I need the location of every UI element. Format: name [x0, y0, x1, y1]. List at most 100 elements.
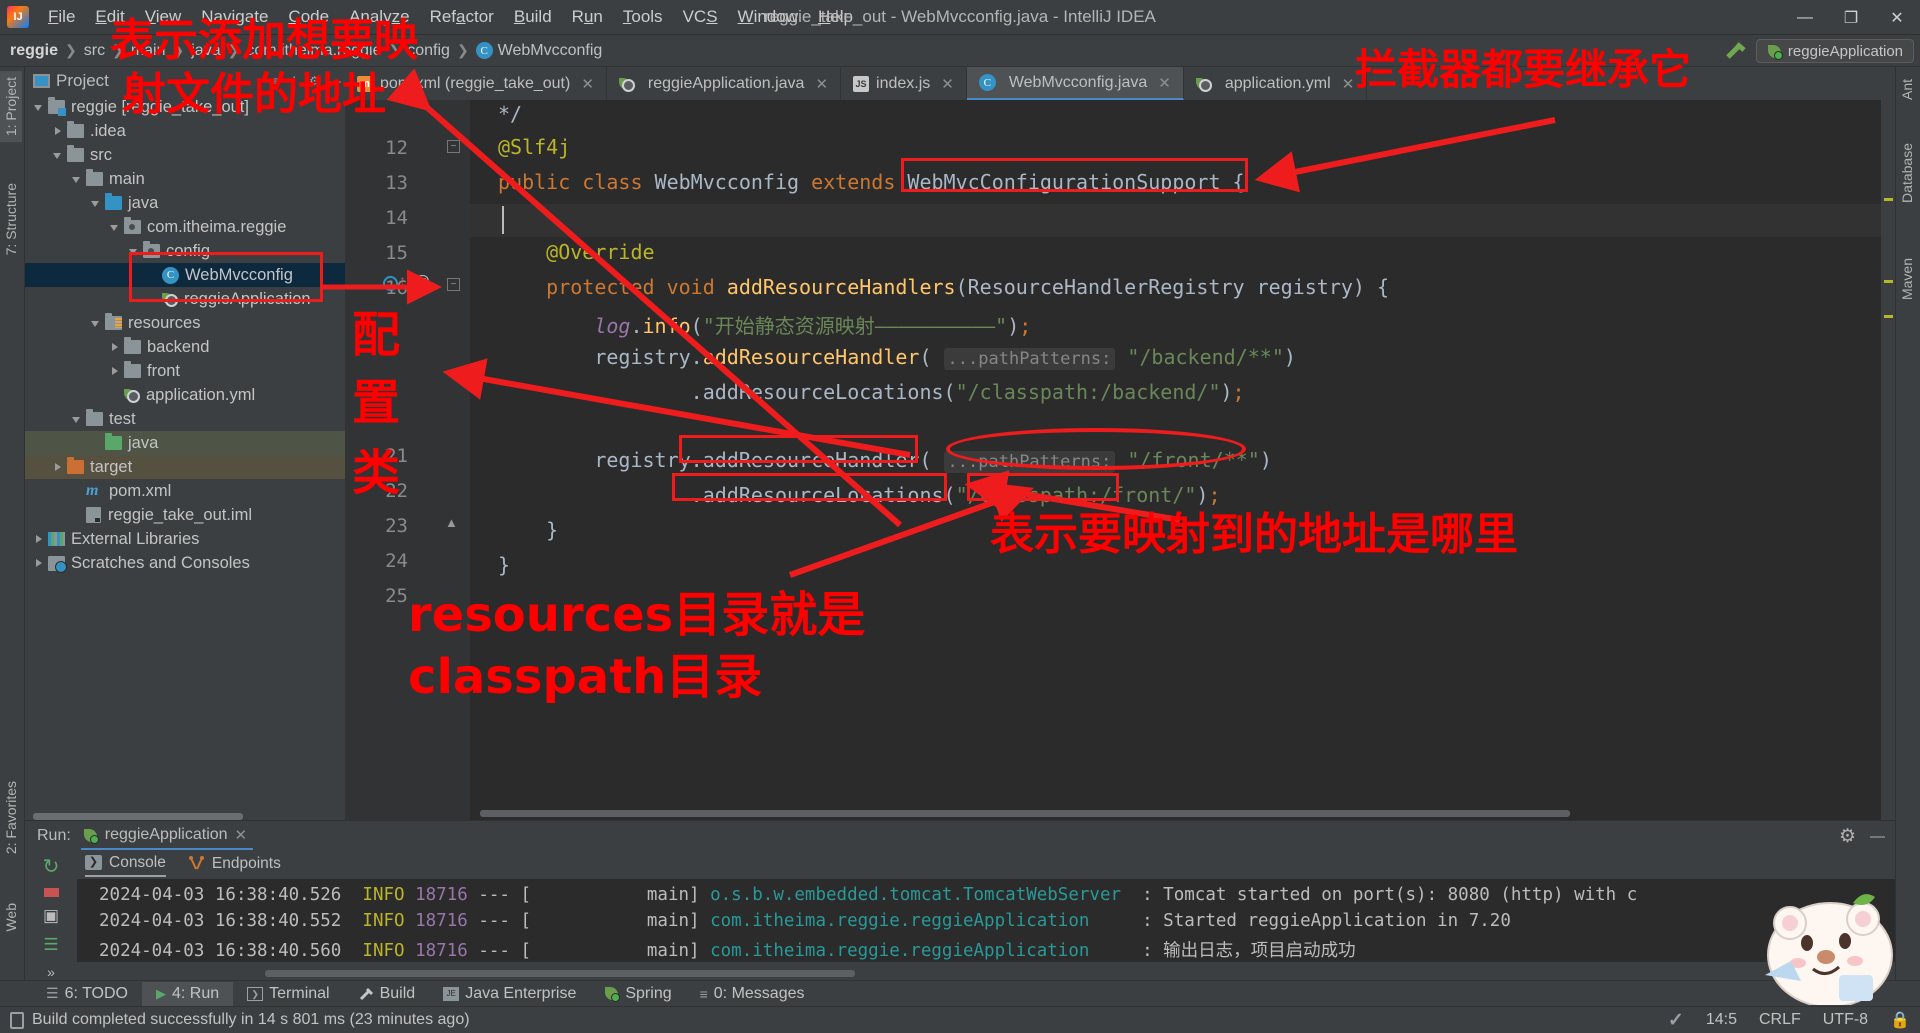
- tool-window-button-spring[interactable]: Spring: [590, 982, 685, 1006]
- warning-stripe-mark[interactable]: [1884, 198, 1893, 201]
- menu-refactor[interactable]: Refactor: [420, 4, 504, 30]
- tree-node-com-itheima-reggie[interactable]: com.itheima.reggie: [25, 215, 345, 239]
- tree-node-front[interactable]: front: [25, 359, 345, 383]
- tree-node-java[interactable]: java: [25, 191, 345, 215]
- chevron-right-icon[interactable]: [109, 341, 121, 353]
- menu-build[interactable]: Build: [504, 4, 562, 30]
- tree-node-scratches-and-consoles[interactable]: Scratches and Consoles: [25, 551, 345, 575]
- code-fold-icon[interactable]: −: [447, 278, 460, 291]
- tool-window-button-0-messages[interactable]: ≡ 0: Messages: [686, 982, 819, 1006]
- tree-node-reggie-take-out-iml[interactable]: reggie_take_out.iml: [25, 503, 345, 527]
- chevron-down-icon[interactable]: [71, 413, 83, 425]
- console-hscrollbar[interactable]: [265, 970, 855, 977]
- run-configuration-selector[interactable]: reggieApplication: [1755, 39, 1914, 63]
- filter-icon[interactable]: ☰: [43, 935, 58, 955]
- chevron-down-icon[interactable]: [52, 149, 64, 161]
- more-icon[interactable]: »: [47, 964, 55, 980]
- tree-node-pom-xml[interactable]: m pom.xml: [25, 479, 345, 503]
- editor-tab-application-yml[interactable]: application.yml ✕: [1184, 67, 1368, 100]
- close-icon[interactable]: ✕: [235, 826, 248, 844]
- tree-node-external-libraries[interactable]: External Libraries: [25, 527, 345, 551]
- file-encoding[interactable]: UTF-8: [1823, 1011, 1868, 1029]
- console-output[interactable]: 3.4.2 2024-04-03 16:38:40.526 INFO 18716…: [77, 879, 1895, 962]
- sidebar-tab-favorites[interactable]: 2: Favorites: [0, 775, 22, 860]
- editor-tab-pom-xml-reggie-take-out-[interactable]: pom.xml (reggie_take_out) ✕: [345, 67, 607, 100]
- vcs-icon[interactable]: ✓: [1668, 1009, 1684, 1032]
- close-icon[interactable]: ✕: [581, 75, 594, 93]
- menu-navigate[interactable]: Navigate: [191, 4, 278, 30]
- editor-tab-index-js[interactable]: index.js ✕: [841, 67, 967, 100]
- menu-run[interactable]: Run: [562, 4, 613, 30]
- sidebar-tab-project[interactable]: 1: Project: [0, 71, 22, 143]
- minimize-button[interactable]: —: [1782, 0, 1828, 35]
- chevron-right-icon[interactable]: [52, 125, 64, 137]
- settings-gear-icon[interactable]: ⚙: [1839, 825, 1856, 848]
- breadcrumb-main[interactable]: main: [131, 42, 166, 60]
- breadcrumb-src[interactable]: src: [84, 42, 105, 60]
- tree-node-application-yml[interactable]: application.yml: [25, 383, 345, 407]
- chevron-right-icon[interactable]: [109, 365, 121, 377]
- chevron-down-icon[interactable]: [128, 245, 140, 257]
- menu-window[interactable]: Window: [728, 4, 808, 30]
- breadcrumb-class[interactable]: C WebMvcconfig: [475, 42, 602, 60]
- breadcrumb-java[interactable]: java: [191, 42, 220, 60]
- tree-node-reggieapplication[interactable]: reggieApplication: [25, 287, 345, 311]
- editor-hscrollbar[interactable]: [480, 810, 1570, 817]
- settings-gear-icon[interactable]: ⚙: [309, 74, 320, 88]
- run-config-tab[interactable]: reggieApplication ✕: [80, 822, 254, 850]
- tool-window-button-4-run[interactable]: ▶ 4: Run: [142, 981, 234, 1006]
- menu-edit[interactable]: Edit: [85, 4, 134, 30]
- chevron-down-icon[interactable]: [109, 221, 121, 233]
- tree-node--idea[interactable]: .idea: [25, 119, 345, 143]
- sidebar-tab-database[interactable]: Database: [1896, 137, 1918, 209]
- menu-view[interactable]: View: [135, 4, 192, 30]
- tree-node-java[interactable]: java: [25, 431, 345, 455]
- warning-stripe-mark[interactable]: [1884, 280, 1893, 283]
- caret-position[interactable]: 14:5: [1706, 1011, 1737, 1029]
- close-icon[interactable]: ✕: [1158, 74, 1171, 92]
- line-separator[interactable]: CRLF: [1759, 1011, 1801, 1029]
- sidebar-tab-structure[interactable]: 7: Structure: [0, 177, 22, 261]
- camera-icon[interactable]: ▣: [43, 906, 59, 926]
- sidebar-tab-web[interactable]: Web: [0, 897, 22, 938]
- close-icon[interactable]: ✕: [815, 75, 828, 93]
- tool-window-button-java-enterprise[interactable]: JE Java Enterprise: [429, 982, 590, 1006]
- chevron-right-icon[interactable]: [33, 533, 45, 545]
- tree-node-backend[interactable]: backend: [25, 335, 345, 359]
- code-editor[interactable]: */ @Slf4j public class WebMvcconfig exte…: [470, 100, 1881, 804]
- tree-node-config[interactable]: config: [25, 239, 345, 263]
- menu-vcs[interactable]: VCS: [673, 4, 728, 30]
- menu-analyze[interactable]: Analyze: [339, 4, 420, 30]
- stop-icon[interactable]: [43, 888, 59, 897]
- breadcrumb-reggie[interactable]: reggie: [10, 42, 58, 60]
- chevron-down-icon[interactable]: [33, 101, 45, 113]
- menu-tools[interactable]: Tools: [613, 4, 673, 30]
- hammer-icon[interactable]: [1724, 40, 1748, 62]
- close-icon[interactable]: ✕: [1342, 75, 1355, 93]
- collapse-all-icon[interactable]: ⋮: [288, 74, 300, 88]
- chevron-right-icon[interactable]: [33, 557, 45, 569]
- breadcrumb-config[interactable]: config: [407, 42, 450, 60]
- editor-tab-reggieapplication-java[interactable]: reggieApplication.java ✕: [607, 67, 842, 100]
- chevron-down-icon[interactable]: [90, 197, 102, 209]
- menu-help[interactable]: Help: [808, 4, 863, 30]
- sidebar-tab-maven[interactable]: Maven: [1896, 252, 1918, 306]
- lock-icon[interactable]: 🔒: [1890, 1010, 1910, 1030]
- maximize-button[interactable]: ❐: [1828, 0, 1874, 35]
- chevron-down-icon[interactable]: [90, 317, 102, 329]
- tree-node-reggie-reggie-take-out-[interactable]: reggie [reggie_take_out]: [25, 95, 345, 119]
- chevron-right-icon[interactable]: [52, 461, 64, 473]
- hide-panel-icon[interactable]: ―: [1870, 828, 1885, 845]
- editor-error-stripe[interactable]: [1881, 100, 1895, 820]
- project-tree-hscrollbar[interactable]: [33, 813, 243, 820]
- tree-node-target[interactable]: target: [25, 455, 345, 479]
- close-icon[interactable]: ✕: [941, 75, 954, 93]
- warning-stripe-mark[interactable]: [1884, 315, 1893, 318]
- subtab-endpoints[interactable]: Endpoints: [188, 855, 281, 876]
- tool-window-button-build[interactable]: Build: [344, 982, 430, 1006]
- sidebar-tab-ant[interactable]: Ant: [1896, 73, 1918, 106]
- project-tree[interactable]: reggie [reggie_take_out] .idea src main java…: [25, 95, 345, 806]
- tree-node-src[interactable]: src: [25, 143, 345, 167]
- rerun-icon[interactable]: ↻: [43, 854, 60, 879]
- tree-node-webmvcconfig[interactable]: C WebMvcconfig: [25, 263, 345, 287]
